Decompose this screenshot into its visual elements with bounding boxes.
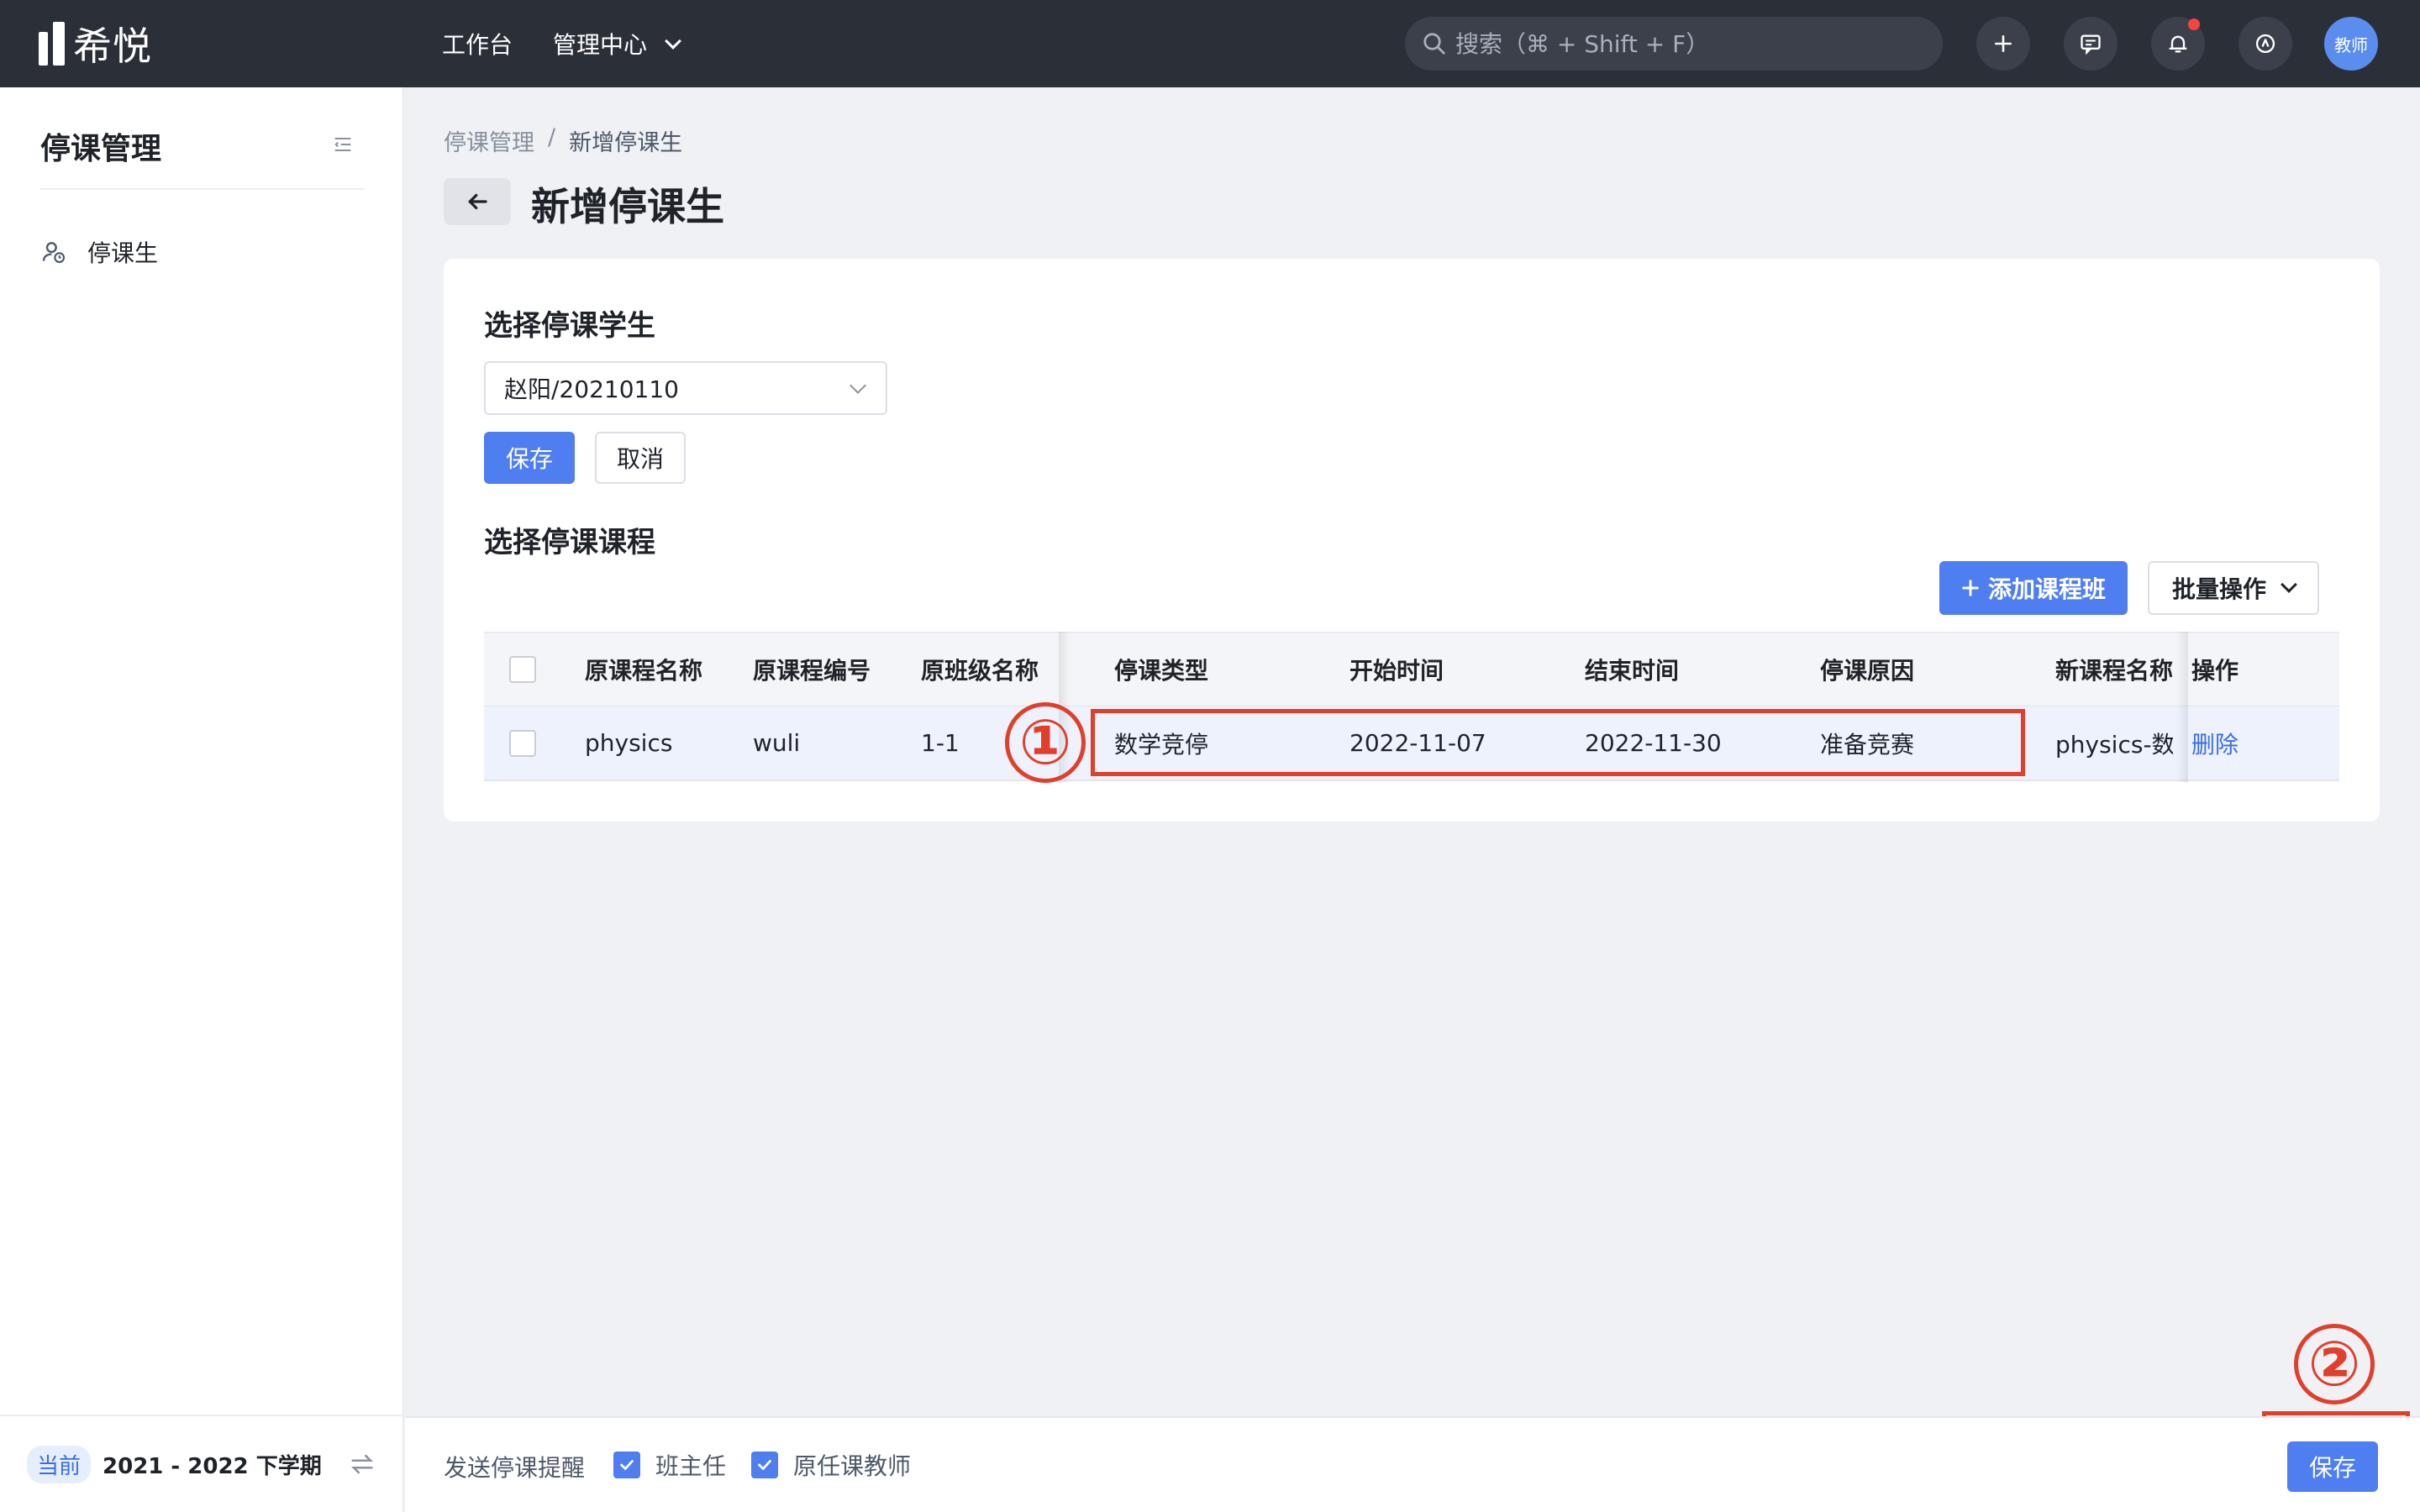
original-teacher-checkbox[interactable]: 原任课教师: [751, 1448, 911, 1482]
checkbox-checked-icon: [613, 1452, 640, 1478]
select-all-checkbox[interactable]: [509, 633, 536, 706]
plus-icon: [1995, 35, 2012, 52]
compass-icon: [2255, 34, 2275, 54]
plus-icon: [1962, 580, 1979, 596]
send-reminder-label: 发送停课提醒: [444, 1454, 586, 1482]
sidebar-item-suspended-students[interactable]: 停课生: [40, 235, 158, 269]
breadcrumb-parent[interactable]: 停课管理: [444, 124, 534, 157]
delete-row-link[interactable]: 删除: [2191, 706, 2326, 780]
annotation-number-2: ②: [2294, 1324, 2375, 1404]
batch-action-label: 批量操作: [2171, 575, 2266, 603]
sidebar: 停课管理 停课生 当前 2021 - 2022 下学期: [0, 87, 403, 1512]
breadcrumb: 停课管理 / 新增停课生: [444, 124, 682, 157]
table-header: 原课程名称 原课程编号 原班级名称 停课类型 开始时间 结束时间 停课原因 新课…: [484, 632, 2339, 706]
current-term-label: 2021 - 2022 下学期: [103, 1453, 322, 1479]
column-header: 原班级名称: [921, 657, 1039, 685]
sidebar-title: 停课管理: [40, 132, 162, 166]
sidebar-item-label: 停课生: [87, 239, 159, 267]
column-header: 开始时间: [1349, 657, 1444, 685]
nav-manage-center[interactable]: 管理中心: [553, 27, 681, 60]
student-save-button[interactable]: 保存: [484, 432, 575, 484]
add-course-class-button[interactable]: 添加课程班: [1939, 561, 2128, 615]
sidebar-divider: [40, 188, 365, 190]
student-select-value: 赵阳/20210110: [504, 375, 679, 403]
search-icon: [1423, 33, 1445, 55]
bell-icon: [2169, 35, 2187, 53]
course-section-title: 选择停课课程: [484, 526, 655, 559]
column-header: 原课程编号: [753, 657, 871, 685]
student-cancel-button[interactable]: 取消: [595, 432, 686, 484]
message-button[interactable]: [2064, 17, 2118, 71]
swap-icon[interactable]: [348, 1450, 376, 1483]
page-title: 新增停课生: [531, 184, 724, 229]
chat-icon: [2081, 34, 2101, 55]
annotation-box-1: [1091, 709, 2025, 776]
batch-action-dropdown[interactable]: 批量操作: [2148, 561, 2319, 615]
column-header: 结束时间: [1585, 657, 1680, 685]
row-checkbox[interactable]: [509, 706, 536, 780]
current-term-badge: 当前: [27, 1445, 92, 1483]
user-clock-icon: [42, 242, 66, 264]
cell-course-name: physics: [585, 729, 673, 757]
chevron-down-icon: [850, 377, 866, 394]
search-input[interactable]: [1455, 29, 1926, 58]
checkbox-checked-icon: [751, 1452, 778, 1478]
student-section-title: 选择停课学生: [484, 309, 655, 343]
add-course-class-label: 添加课程班: [1987, 575, 2106, 603]
column-header: 停课原因: [1820, 657, 1915, 685]
nav-manage-center-label: 管理中心: [553, 31, 648, 59]
notification-button[interactable]: [2151, 17, 2205, 71]
logo-mark-icon: [39, 22, 65, 66]
add-button[interactable]: [1976, 17, 2030, 71]
cell-new-course-name: physics-数学: [2055, 730, 2173, 759]
chevron-down-icon: [2281, 576, 2297, 593]
head-teacher-checkbox[interactable]: 班主任: [613, 1448, 726, 1482]
nav-workbench[interactable]: 工作台: [442, 27, 513, 60]
column-header: 新课程名称: [2055, 657, 2173, 685]
arrow-left-icon: [468, 193, 487, 210]
cell-course-code: wuli: [753, 729, 801, 757]
annotation-number-1: ①: [1005, 702, 1086, 783]
footer-bar: 发送停课提醒 班主任 原任课教师 保存: [405, 1416, 2420, 1512]
footer-save-button[interactable]: 保存: [2287, 1441, 2378, 1492]
term-switcher[interactable]: 当前 2021 - 2022 下学期: [0, 1415, 403, 1512]
breadcrumb-current: 新增停课生: [569, 130, 683, 156]
head-teacher-label: 班主任: [655, 1452, 727, 1480]
app-center-button[interactable]: [2238, 17, 2292, 71]
column-header: 停课类型: [1114, 657, 1209, 685]
original-teacher-label: 原任课教师: [793, 1452, 912, 1480]
column-header: 操作: [2191, 657, 2239, 685]
notification-dot: [2188, 18, 2200, 30]
fixed-column-shadow: [2176, 632, 2188, 783]
collapse-sidebar-icon[interactable]: [331, 133, 355, 160]
user-avatar[interactable]: 教师: [2324, 17, 2378, 71]
app-logo[interactable]: 希悦: [39, 20, 152, 69]
breadcrumb-separator: /: [548, 124, 556, 150]
chevron-down-icon: [665, 33, 681, 50]
back-button[interactable]: [444, 178, 511, 225]
logo-text: 希悦: [73, 24, 152, 69]
top-navbar: 希悦 工作台 管理中心 搜索（⌘ + Shift + F） 教师: [0, 0, 2420, 87]
student-select[interactable]: 赵阳/20210110: [484, 361, 887, 415]
global-search[interactable]: [1405, 17, 1943, 71]
column-header: 原课程名称: [585, 657, 703, 685]
